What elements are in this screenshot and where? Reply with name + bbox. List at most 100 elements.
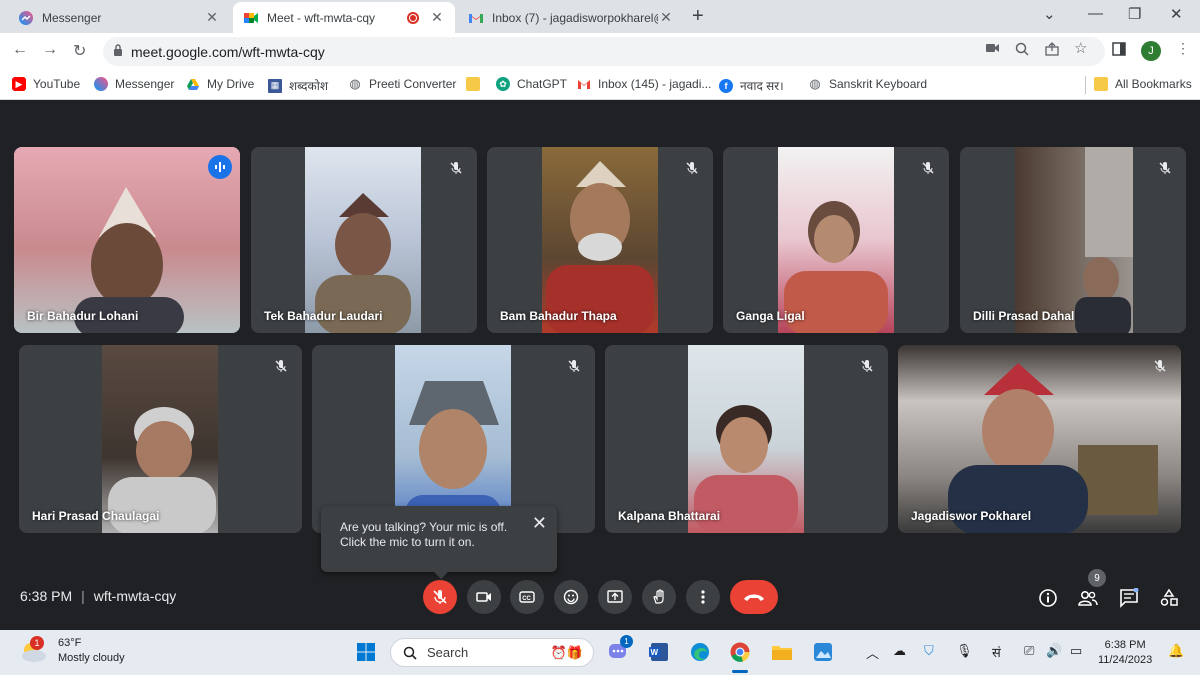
tooltip-arrow <box>433 571 449 579</box>
participant-name: Bir Bahadur Lohani <box>27 309 139 323</box>
mic-toggle-button[interactable] <box>423 580 457 614</box>
file-explorer-icon[interactable] <box>770 640 794 664</box>
participant-tile[interactable]: Bam Bahadur Thapa <box>487 147 713 333</box>
word-app-icon[interactable]: W <box>647 640 671 664</box>
bookmark-star-icon[interactable]: ☆ <box>1074 39 1087 57</box>
recording-icon <box>407 11 419 24</box>
svg-text:CC: CC <box>522 596 531 602</box>
messenger-icon <box>94 77 108 91</box>
bookmark-folder[interactable] <box>466 77 487 91</box>
participant-tile[interactable]: Ganga Ligal <box>723 147 949 333</box>
reactions-button[interactable] <box>554 580 588 614</box>
camera-icon[interactable] <box>986 42 1000 57</box>
participant-tile[interactable]: Kalpana Bhattarai <box>605 345 888 533</box>
tab-meet[interactable]: Meet - wft-mwta-cqy ✕ <box>233 2 455 33</box>
onedrive-icon[interactable]: ☁ <box>893 643 906 659</box>
meeting-details-button[interactable] <box>1037 587 1059 609</box>
volume-icon[interactable]: 🔊 <box>1046 643 1062 659</box>
bookmark-gmail[interactable]: Inbox (145) - jagadi... <box>577 77 711 91</box>
participant-tile[interactable]: Dilli Prasad Dahal <box>960 147 1186 333</box>
chat-app-icon[interactable]: 1 <box>606 635 633 664</box>
participant-tile[interactable]: Jagadiswor Pokharel <box>898 345 1181 533</box>
people-button[interactable] <box>1077 587 1099 609</box>
info-icon <box>1039 589 1057 607</box>
tab-gmail[interactable]: Inbox (7) - jagadisworpokharel@ ✕ <box>458 2 684 33</box>
notification-bell-icon[interactable]: 🔔 <box>1168 643 1184 659</box>
svg-text:W: W <box>651 648 659 657</box>
captions-button[interactable]: CC <box>510 580 544 614</box>
weather-alert-badge: 1 <box>30 636 44 650</box>
search-icon <box>403 646 417 660</box>
close-tab-icon[interactable]: ✕ <box>429 9 445 26</box>
bookmark-sanskrit-keyboard[interactable]: ◍ Sanskrit Keyboard <box>808 76 928 91</box>
profile-avatar[interactable]: J <box>1141 41 1161 61</box>
globe-icon: ◍ <box>809 76 821 91</box>
show-hidden-icons[interactable]: ︿ <box>866 643 879 662</box>
bookmark-facebook[interactable]: f नवाद सर। <box>719 77 784 94</box>
system-clock[interactable]: 6:38 PM 11/24/2023 <box>1098 638 1152 668</box>
close-tab-icon[interactable]: ✕ <box>658 9 674 26</box>
security-icon[interactable]: ⛉ <box>924 643 934 659</box>
participant-tile[interactable]: Bir Bahadur Lohani <box>14 147 240 333</box>
tab-search-icon[interactable]: ⌄ <box>1043 5 1056 23</box>
chrome-app-icon[interactable] <box>728 640 752 664</box>
participant-video <box>14 147 240 333</box>
participant-name: Bam Bahadur Thapa <box>500 309 617 323</box>
browser-toolbar: ← → ↻ meet.google.com/wft-mwta-cqy ☆ J ⋮ <box>0 33 1200 70</box>
raise-hand-button[interactable] <box>642 580 676 614</box>
share-icon[interactable] <box>1045 42 1059 59</box>
bookmark-label: Messenger <box>115 77 175 91</box>
battery-icon[interactable]: ▭ <box>1070 643 1082 659</box>
participant-tile[interactable]: Tek Bahadur Laudari <box>251 147 477 333</box>
bookmark-label: नवाद सर। <box>740 79 784 93</box>
edge-app-icon[interactable] <box>688 640 712 664</box>
microphone-icon[interactable]: 🎙 <box>956 643 973 659</box>
people-icon <box>1078 590 1098 606</box>
side-panel-icon[interactable] <box>1112 42 1126 59</box>
present-screen-button[interactable] <box>598 580 632 614</box>
start-button[interactable] <box>354 640 378 664</box>
person-silhouette <box>315 193 411 333</box>
bookmark-youtube[interactable]: ▶ YouTube <box>12 77 80 91</box>
captions-icon: CC <box>519 591 535 603</box>
activities-button[interactable] <box>1158 587 1180 609</box>
ime-indicator[interactable]: सं <box>992 643 1001 661</box>
photos-app-icon[interactable] <box>811 640 835 664</box>
participant-tile[interactable]: Hari Prasad Chaulagai <box>19 345 302 533</box>
reload-icon[interactable]: ↻ <box>73 41 86 61</box>
menu-icon[interactable]: ⋮ <box>1176 40 1190 57</box>
back-icon[interactable]: ← <box>12 41 28 59</box>
more-options-button[interactable] <box>686 580 720 614</box>
bookmark-dictionary[interactable]: ▦ शब्दकोश <box>268 77 328 94</box>
zoom-icon[interactable] <box>1015 42 1029 59</box>
minimize-icon[interactable]: — <box>1088 5 1103 22</box>
participant-name: Dilli Prasad Dahal <box>973 309 1075 323</box>
person-silhouette <box>546 161 654 333</box>
bookmark-chatgpt[interactable]: ✿ ChatGPT <box>496 77 567 91</box>
bookmark-preeti-converter[interactable]: ◍ Preeti Converter <box>348 76 456 91</box>
new-tab-button[interactable]: + <box>692 5 704 28</box>
participant-tile[interactable] <box>312 345 595 533</box>
camera-toggle-button[interactable] <box>467 580 501 614</box>
participant-video <box>778 147 894 333</box>
messenger-icon <box>18 10 34 26</box>
close-window-icon[interactable]: ✕ <box>1170 5 1183 23</box>
maximize-icon[interactable]: ❐ <box>1128 5 1141 23</box>
taskbar-search[interactable]: Search ⏰🎁 <box>390 638 594 667</box>
forward-icon[interactable]: → <box>42 41 58 59</box>
bookmark-label: Sanskrit Keyboard <box>829 77 928 91</box>
close-icon[interactable]: ✕ <box>532 514 547 532</box>
mic-off-tooltip: Are you talking? Your mic is off. Click … <box>321 506 557 579</box>
tab-messenger[interactable]: Messenger ✕ <box>8 2 230 33</box>
close-tab-icon[interactable]: ✕ <box>204 9 220 26</box>
bookmark-my-drive[interactable]: My Drive <box>186 77 254 91</box>
all-bookmarks[interactable]: All Bookmarks <box>1094 77 1192 91</box>
participant-video <box>305 147 421 333</box>
mic-off-icon <box>433 590 447 604</box>
leave-call-button[interactable] <box>730 580 778 614</box>
network-icon[interactable]: ⎚ <box>1024 643 1034 659</box>
chat-button[interactable] <box>1118 587 1140 609</box>
address-bar[interactable]: meet.google.com/wft-mwta-cqy <box>103 37 1105 66</box>
bookmark-messenger[interactable]: Messenger <box>94 77 174 91</box>
weather-widget[interactable]: 1 63°F Mostly cloudy <box>18 636 125 666</box>
